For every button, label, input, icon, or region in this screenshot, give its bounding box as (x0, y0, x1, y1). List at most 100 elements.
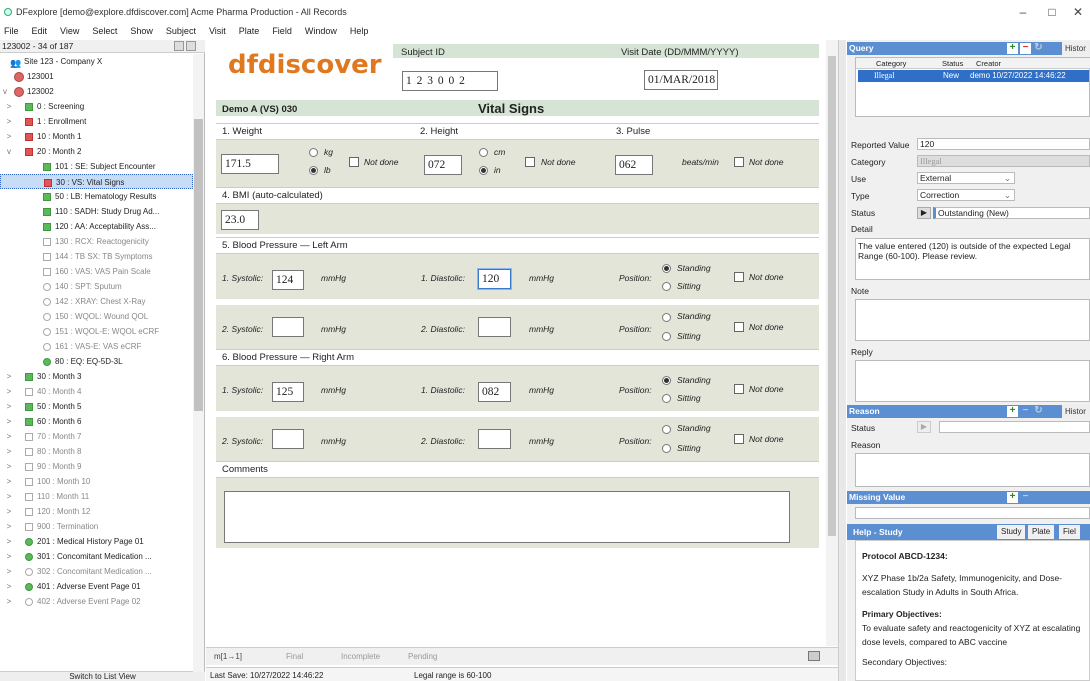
add-icon[interactable]: + (1007, 43, 1018, 54)
tree-item[interactable]: 110 : SADH: Study Drug Ad... (0, 204, 193, 219)
tree-item[interactable]: 150 : WQOL: Wound QOL (0, 309, 193, 324)
left-diastolic-1-field[interactable]: 120 (478, 269, 511, 289)
height-field[interactable]: 072 (424, 155, 462, 175)
tree-item[interactable]: 142 : XRAY: Chest X-Ray (0, 294, 193, 309)
maximize-button[interactable]: □ (1042, 5, 1062, 19)
chevron-right-icon[interactable]: > (4, 99, 14, 114)
note-textarea[interactable] (855, 299, 1090, 341)
missing-value-field[interactable] (855, 507, 1090, 519)
reported-value-field[interactable]: 120 (917, 138, 1090, 150)
add-icon[interactable]: + (1007, 492, 1018, 503)
chevron-right-icon[interactable]: > (4, 519, 14, 534)
tree-item[interactable]: >401 : Adverse Event Page 01 (0, 579, 193, 594)
sitting-radio[interactable] (662, 332, 671, 341)
tree-scrollbar[interactable] (193, 54, 204, 672)
undo-icon[interactable]: ↻ (1033, 43, 1044, 54)
tree-subject-123002[interactable]: v 123002 (0, 84, 193, 99)
chevron-right-icon[interactable]: > (4, 474, 14, 489)
tree-item[interactable]: 101 : SE: Subject Encounter (0, 159, 193, 174)
chevron-right-icon[interactable]: > (4, 129, 14, 144)
menu-visit[interactable]: Visit (209, 26, 226, 36)
chevron-right-icon[interactable]: > (4, 459, 14, 474)
menu-subject[interactable]: Subject (166, 26, 196, 36)
tree-item[interactable]: 50 : LB: Hematology Results (0, 189, 193, 204)
tab-study[interactable]: Study (997, 525, 1026, 539)
final-button[interactable]: Final (286, 652, 303, 661)
tab-field[interactable]: Fiel (1059, 525, 1080, 539)
scrollbar-thumb[interactable] (194, 119, 203, 411)
close-button[interactable]: ✕ (1068, 5, 1088, 19)
tree-item[interactable]: >301 : Concomitant Medication ... (0, 549, 193, 564)
menu-select[interactable]: Select (92, 26, 117, 36)
type-select[interactable]: Correction ⌄ (917, 189, 1015, 201)
menu-file[interactable]: File (4, 26, 19, 36)
tree-item[interactable]: 151 : WQOL-E: WQOL eCRF (0, 324, 193, 339)
tree-item[interactable]: >60 : Month 6 (0, 414, 193, 429)
tab-plate[interactable]: Plate (1028, 525, 1055, 539)
subject-id-field[interactable]: 1 2 3 0 0 2 (402, 71, 498, 91)
standing-radio[interactable] (662, 376, 671, 385)
tree-site[interactable]: 👥 Site 123 - Company X (0, 54, 193, 69)
filter-icon[interactable] (174, 41, 184, 51)
chevron-right-icon[interactable]: > (4, 549, 14, 564)
chevron-right-icon[interactable]: > (4, 534, 14, 549)
remove-icon[interactable]: − (1020, 406, 1031, 417)
visit-date-field[interactable]: 01/MAR/2018 (644, 70, 718, 90)
reason-status-field[interactable] (939, 421, 1090, 433)
detail-textarea[interactable]: The value entered (120) is outside of th… (855, 238, 1090, 280)
remove-icon[interactable]: − (1020, 492, 1031, 503)
fullscreen-icon[interactable] (808, 651, 820, 661)
in-radio[interactable] (479, 166, 488, 175)
tree-item[interactable]: >110 : Month 11 (0, 489, 193, 504)
cm-radio[interactable] (479, 148, 488, 157)
tree-item[interactable]: >900 : Termination (0, 519, 193, 534)
menu-window[interactable]: Window (305, 26, 337, 36)
left-systolic-1-field[interactable]: 124 (272, 270, 304, 290)
tree-item[interactable]: >10 : Month 1 (0, 129, 193, 144)
mark-indicator[interactable]: m[1→1] (214, 652, 242, 661)
menu-edit[interactable]: Edit (32, 26, 48, 36)
tree-item[interactable]: >0 : Screening (0, 99, 193, 114)
pulse-field[interactable]: 062 (615, 155, 653, 175)
tree-item[interactable]: 30 : VS: Vital Signs (0, 174, 193, 189)
left-systolic-2-field[interactable] (272, 317, 304, 337)
chevron-right-icon[interactable]: > (4, 489, 14, 504)
chevron-right-icon[interactable]: > (4, 444, 14, 459)
menu-field[interactable]: Field (272, 26, 292, 36)
tree-item[interactable]: v 20 : Month 2 (0, 144, 193, 159)
weight-not-done-checkbox[interactable] (349, 157, 359, 167)
incomplete-button[interactable]: Incomplete (341, 652, 380, 661)
tree-item[interactable]: >1 : Enrollment (0, 114, 193, 129)
add-icon[interactable]: + (1007, 406, 1018, 417)
menu-plate[interactable]: Plate (239, 26, 260, 36)
menu-view[interactable]: View (60, 26, 79, 36)
tree-item[interactable]: >120 : Month 12 (0, 504, 193, 519)
tree-item[interactable]: >402 : Adverse Event Page 02 (0, 594, 193, 609)
columns-icon[interactable] (186, 41, 196, 51)
tree-item[interactable]: >80 : Month 8 (0, 444, 193, 459)
bp-right-1-not-done-checkbox[interactable] (734, 384, 744, 394)
menu-help[interactable]: Help (350, 26, 369, 36)
chevron-right-icon[interactable]: > (4, 399, 14, 414)
tree-item[interactable]: 161 : VAS-E: VAS eCRF (0, 339, 193, 354)
tree-item[interactable]: >201 : Medical History Page 01 (0, 534, 193, 549)
standing-radio[interactable] (662, 425, 671, 434)
tree-item[interactable]: 160 : VAS: VAS Pain Scale (0, 264, 193, 279)
bmi-field[interactable]: 23.0 (221, 210, 259, 230)
chevron-right-icon[interactable]: > (4, 579, 14, 594)
bp-left-1-not-done-checkbox[interactable] (734, 272, 744, 282)
comments-field[interactable] (224, 491, 790, 543)
play-icon[interactable]: ▶ (917, 207, 931, 219)
reason-textarea[interactable] (855, 453, 1090, 487)
tree-item[interactable]: >40 : Month 4 (0, 384, 193, 399)
chevron-right-icon[interactable]: > (4, 369, 14, 384)
right-diastolic-1-field[interactable]: 082 (478, 382, 511, 402)
query-status-field[interactable]: Outstanding (New) (933, 207, 1090, 219)
lb-radio[interactable] (309, 166, 318, 175)
tree-subject-123001[interactable]: 123001 (0, 69, 193, 84)
chevron-right-icon[interactable]: > (4, 564, 14, 579)
panel-splitter[interactable] (838, 40, 846, 681)
minimize-button[interactable]: – (1013, 5, 1033, 19)
kg-radio[interactable] (309, 148, 318, 157)
weight-field[interactable]: 171.5 (221, 154, 279, 174)
